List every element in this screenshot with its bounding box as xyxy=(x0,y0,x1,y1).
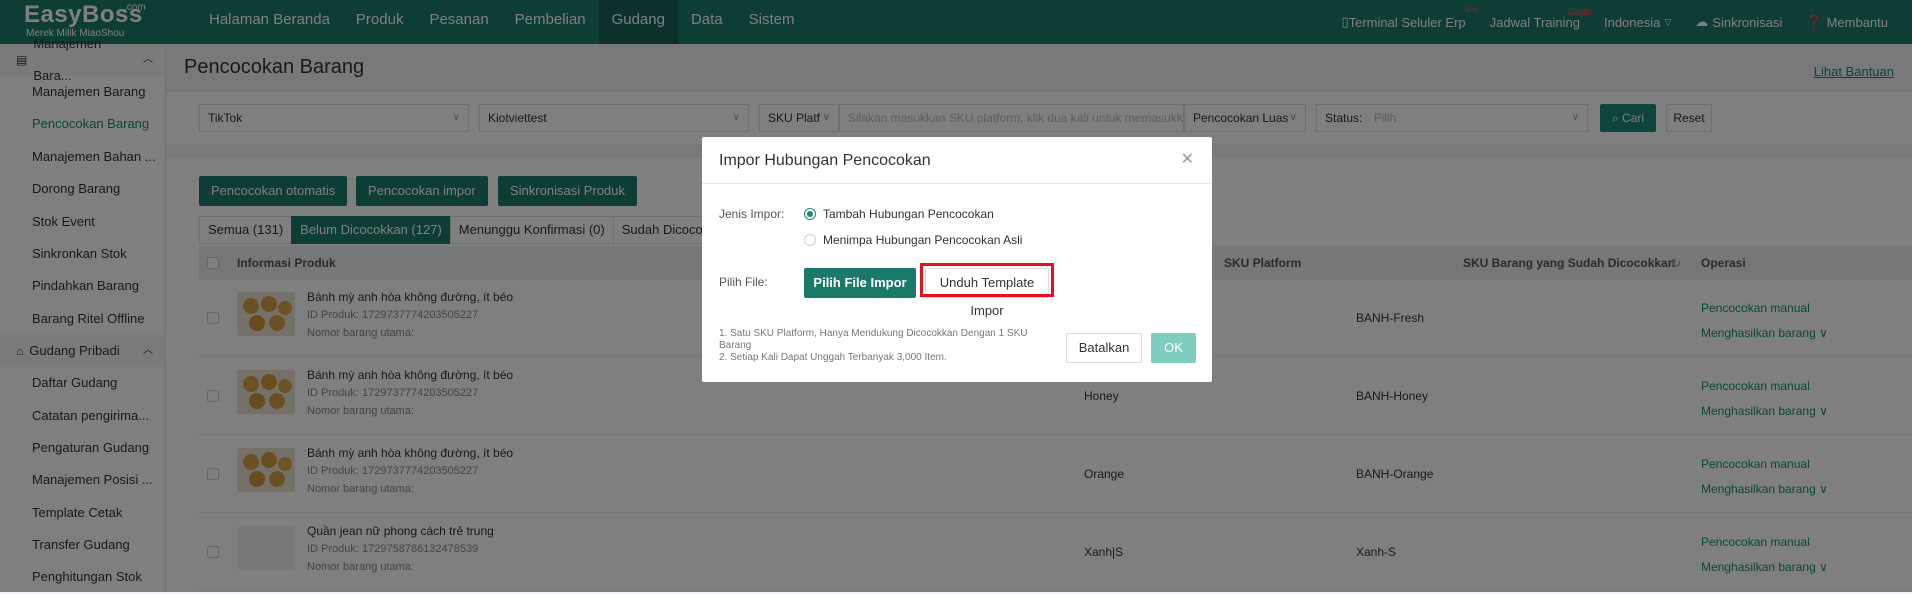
import-type-label: Jenis Impor: xyxy=(719,207,785,221)
note-line-2: 2. Setiap Kali Dapat Unggah Terbanyak 3,… xyxy=(719,352,947,363)
dialog-title: Impor Hubungan Pencocokan xyxy=(719,152,931,169)
radio-overwrite-matching[interactable] xyxy=(804,234,816,246)
highlight-box xyxy=(920,263,1054,297)
file-label: Pilih File: xyxy=(719,275,768,289)
option-overwrite-matching[interactable]: Menimpa Hubungan Pencocokan Asli xyxy=(823,233,1022,247)
import-notes: 1. Satu SKU Platform, Hanya Mendukung Di… xyxy=(719,328,1059,364)
cancel-button[interactable]: Batalkan xyxy=(1066,333,1142,363)
dialog-divider xyxy=(702,183,1212,184)
choose-file-button[interactable]: Pilih File Impor xyxy=(804,268,916,298)
note-line-1: 1. Satu SKU Platform, Hanya Mendukung Di… xyxy=(719,328,1028,351)
option-add-matching[interactable]: Tambah Hubungan Pencocokan xyxy=(823,207,994,221)
radio-add-matching[interactable] xyxy=(804,208,816,220)
close-icon[interactable]: ✕ xyxy=(1181,149,1194,169)
import-dialog: Impor Hubungan Pencocokan ✕ Jenis Impor:… xyxy=(702,137,1212,382)
ok-button[interactable]: OK xyxy=(1151,333,1196,363)
